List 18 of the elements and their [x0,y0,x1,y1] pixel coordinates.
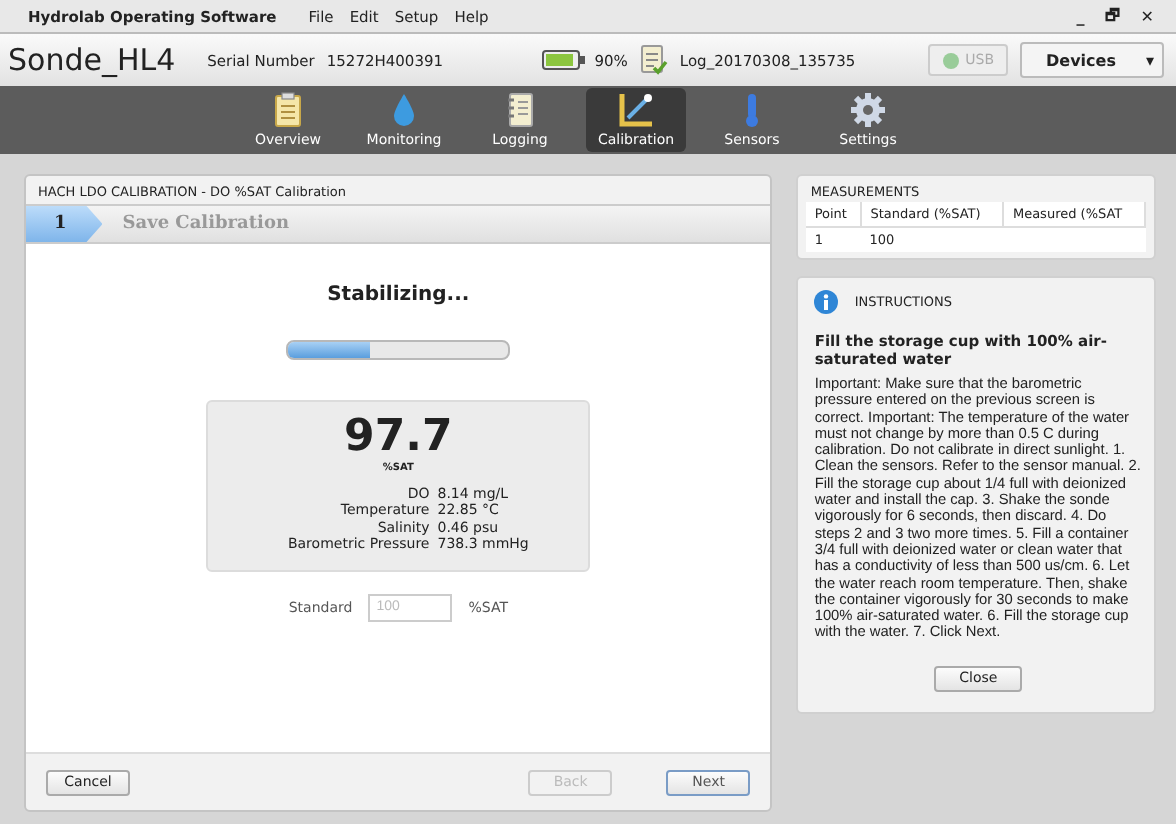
wizard-step[interactable]: 1 [26,206,103,242]
clipboard-icon [274,92,302,128]
settings-icon [850,92,886,128]
devices-dropdown[interactable]: Devices ▾ [1020,42,1164,78]
thermometer-icon [742,92,762,128]
calibration-icon [618,92,654,128]
status-text: Stabilizing... [327,284,470,306]
restore-button[interactable]: 🗗 [1098,2,1127,30]
minimize-button[interactable]: _ [1070,7,1091,25]
info-icon [814,290,839,314]
log-file-icon [639,44,668,76]
battery-icon [542,50,587,70]
usb-icon [941,51,960,69]
notebook-icon [506,92,534,128]
reading-value: 97.7 [344,416,453,460]
device-name: Sonde_HL4 [8,42,176,78]
water-drop-icon [392,92,416,128]
close-button[interactable]: ✕ [1134,7,1160,25]
